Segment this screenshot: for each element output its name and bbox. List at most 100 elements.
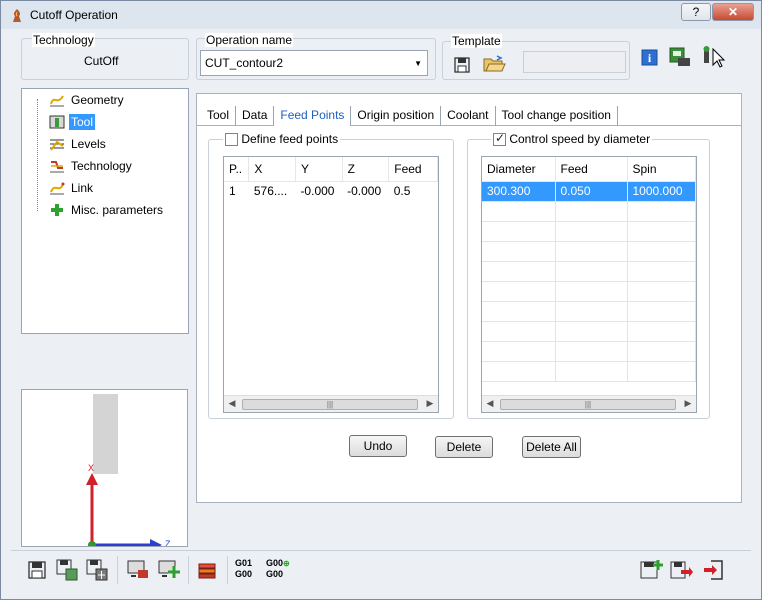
table-row[interactable] — [482, 261, 696, 282]
delete-all-button[interactable]: Delete All — [522, 436, 581, 458]
tab-bar: Tool Data Feed Points Origin position Co… — [201, 106, 618, 126]
table-row[interactable] — [482, 361, 696, 382]
tree-item-label: Levels — [71, 137, 106, 151]
tab-tool-change-position[interactable]: Tool change position — [496, 106, 618, 126]
tool-cursor-icon[interactable] — [700, 43, 726, 69]
g00-g00-button[interactable]: G00⊕ G00 — [266, 558, 294, 580]
link-icon — [50, 182, 65, 195]
delete-button[interactable]: Delete — [435, 436, 493, 458]
window-title: Cutoff Operation — [30, 8, 118, 22]
tree-item-label: Technology — [71, 159, 132, 173]
save-icon[interactable] — [25, 558, 49, 582]
scroll-thumb[interactable]: ||| — [500, 399, 676, 410]
operation-name-value: CUT_contour2 — [205, 56, 284, 70]
g01-label: G01 — [235, 558, 253, 568]
column-header[interactable]: Y — [295, 157, 343, 182]
undo-button[interactable]: Undo — [349, 435, 407, 457]
tree-item-label: Geometry — [71, 93, 124, 107]
operation-name-combo[interactable]: CUT_contour2 ▼ — [200, 50, 428, 76]
table-cell[interactable]: 1000.000 — [627, 181, 696, 202]
define-feed-points-check[interactable] — [225, 133, 238, 147]
table-row[interactable] — [482, 321, 696, 342]
technology-label: Technology — [32, 33, 95, 47]
table-row[interactable] — [482, 301, 696, 322]
scroll-left-icon[interactable]: ◀ — [226, 398, 238, 409]
horizontal-scrollbar[interactable]: ◀ ||| ▶ — [482, 395, 696, 412]
table-header: P.. X Y Z Feed — [224, 157, 438, 182]
toolbar-divider — [188, 556, 189, 584]
table-cell[interactable]: 0.5 — [389, 181, 438, 201]
tree-item-levels[interactable]: Levels — [49, 135, 108, 153]
template-field[interactable] — [523, 51, 626, 73]
table-cell[interactable]: 1 — [224, 181, 249, 201]
table-cell[interactable]: 300.300 — [482, 181, 556, 202]
toolbar-divider — [117, 556, 118, 584]
tree-item-link[interactable]: Link — [49, 179, 95, 197]
plus-icon: ⊕ — [283, 559, 290, 568]
feed-points-table[interactable]: P.. X Y Z Feed 1 576.... -0.000 -0.000 0… — [223, 156, 439, 413]
tree-item-tool[interactable]: Tool — [49, 113, 96, 131]
tree-item-geometry[interactable]: Geometry — [49, 91, 126, 109]
column-header[interactable]: P.. — [224, 157, 250, 182]
tree-item-misc-parameters[interactable]: Misc. parameters — [49, 201, 165, 219]
help-button[interactable]: ? — [681, 3, 711, 21]
table-row[interactable] — [482, 281, 696, 302]
column-header[interactable]: Spin — [627, 157, 696, 182]
control-speed-checkbox[interactable]: Control speed by diameter — [491, 131, 653, 147]
table-row[interactable] — [482, 201, 696, 222]
exit-icon[interactable] — [701, 558, 725, 582]
table-cell[interactable]: 576.... — [249, 181, 296, 201]
tree-item-technology[interactable]: Technology — [49, 157, 134, 175]
g01-g00-button[interactable]: G01 G00 — [235, 558, 259, 580]
tab-origin-position[interactable]: Origin position — [351, 106, 442, 126]
table-row[interactable] — [482, 221, 696, 242]
table-cell[interactable]: -0.000 — [342, 181, 389, 201]
table-row[interactable] — [482, 341, 696, 362]
define-feed-points-label: Define feed points — [241, 132, 339, 146]
table-row[interactable]: 300.300 0.050 1000.000 — [482, 181, 696, 202]
axis-indicator: X Z — [86, 463, 171, 546]
save-calculate-icon[interactable] — [55, 558, 79, 582]
tab-tool[interactable]: Tool — [201, 106, 237, 126]
stock-icon[interactable] — [195, 558, 219, 582]
operation-name-label: Operation name — [205, 33, 294, 47]
simulate-icon[interactable] — [126, 558, 150, 582]
machine-simulate-icon[interactable] — [157, 558, 181, 582]
save-template-icon[interactable] — [452, 55, 472, 75]
horizontal-scrollbar[interactable]: ◀ ||| ▶ — [224, 395, 438, 412]
levels-icon — [50, 139, 64, 151]
scroll-right-icon[interactable]: ▶ — [424, 398, 436, 409]
column-header[interactable]: X — [248, 157, 296, 182]
control-speed-check[interactable] — [493, 131, 506, 147]
table-cell[interactable]: 0.050 — [555, 181, 628, 202]
add-operation-icon[interactable] — [639, 558, 663, 582]
axis-x-label: X — [88, 463, 94, 473]
tree-item-label: Misc. parameters — [71, 203, 164, 217]
info-icon[interactable]: i — [641, 49, 658, 66]
column-header[interactable]: Feed — [555, 157, 628, 182]
tree-item-label: Link — [71, 181, 94, 195]
table-header: Diameter Feed Spin — [482, 157, 696, 182]
chevron-down-icon[interactable]: ▼ — [414, 59, 422, 68]
tab-coolant[interactable]: Coolant — [441, 106, 496, 126]
save-exit-icon[interactable] — [669, 558, 693, 582]
table-row[interactable]: 1 576.... -0.000 -0.000 0.5 — [224, 181, 438, 201]
scroll-right-icon[interactable]: ▶ — [682, 398, 694, 409]
plus-icon — [51, 204, 63, 216]
save-calculate-all-icon[interactable] — [85, 558, 109, 582]
column-header[interactable]: Feed — [388, 157, 438, 182]
tab-data[interactable]: Data — [236, 106, 275, 126]
close-button[interactable]: ✕ — [712, 3, 754, 21]
toolbar-divider — [227, 556, 228, 584]
table-row[interactable] — [482, 241, 696, 262]
define-feed-points-checkbox[interactable]: Define feed points — [223, 132, 341, 147]
column-header[interactable]: Z — [342, 157, 390, 182]
tab-feed-points[interactable]: Feed Points — [274, 106, 352, 126]
machine-simulation-icon[interactable] — [668, 46, 692, 68]
scroll-thumb[interactable]: ||| — [242, 399, 418, 410]
scroll-left-icon[interactable]: ◀ — [484, 398, 496, 409]
table-cell[interactable]: -0.000 — [295, 181, 342, 201]
open-folder-icon[interactable] — [482, 54, 506, 74]
column-header[interactable]: Diameter — [482, 157, 556, 182]
speed-table[interactable]: Diameter Feed Spin 300.300 0.050 1000.00… — [481, 156, 697, 413]
